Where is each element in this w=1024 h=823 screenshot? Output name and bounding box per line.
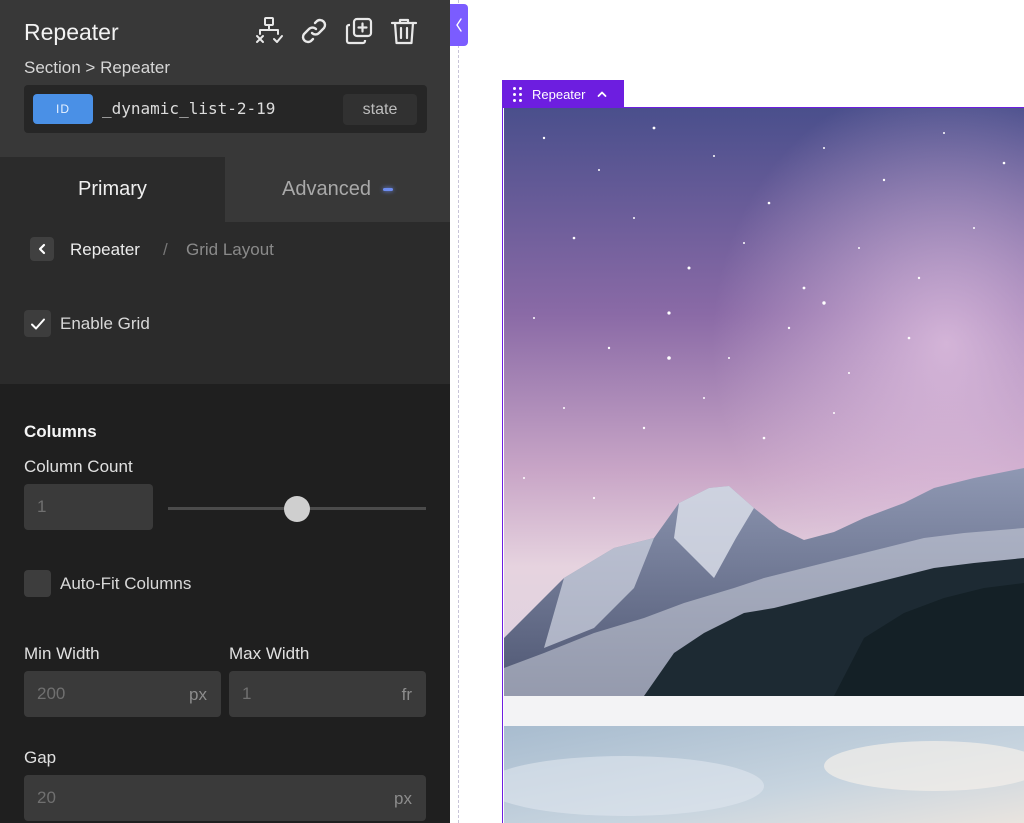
- repeater-element-tag[interactable]: Repeater: [502, 80, 624, 108]
- subnav-current: Grid Layout: [186, 240, 274, 259]
- repeater-item-image-2[interactable]: [504, 726, 1024, 823]
- tab-primary[interactable]: Primary: [0, 157, 225, 222]
- tab-advanced[interactable]: Advanced: [225, 157, 450, 222]
- subnav-parent[interactable]: Repeater: [70, 240, 140, 260]
- max-width-input[interactable]: 1 fr: [229, 671, 426, 717]
- columns-section-title: Columns: [24, 422, 97, 441]
- properties-panel: Repeater Section > Repeater ID _dynamic_…: [0, 0, 450, 823]
- element-id-field: ID _dynamic_list-2-19 state: [24, 85, 427, 133]
- min-width-unit[interactable]: px: [189, 685, 207, 705]
- tab-advanced-label: Advanced: [282, 178, 371, 200]
- repeater-item-image[interactable]: [504, 108, 1024, 696]
- checkmark-icon: [30, 318, 45, 329]
- gap-unit[interactable]: px: [394, 789, 412, 809]
- column-count-input[interactable]: 1: [24, 484, 153, 530]
- panel-header: Repeater Section > Repeater ID _dynamic_…: [0, 0, 450, 157]
- gap-label: Gap: [24, 748, 57, 767]
- collapse-panel-button[interactable]: [450, 4, 468, 46]
- enable-grid-label: Enable Grid: [60, 314, 150, 333]
- element-breadcrumb[interactable]: Section > Repeater: [24, 58, 170, 78]
- repeater-tag-label: Repeater: [532, 86, 586, 102]
- structure-icon[interactable]: [253, 14, 285, 48]
- column-count-slider-handle[interactable]: [284, 496, 310, 522]
- panel-tabs: Primary Advanced: [0, 157, 450, 222]
- subnav-separator: /: [163, 240, 168, 259]
- max-width-unit[interactable]: fr: [402, 685, 412, 705]
- column-count-label: Column Count: [24, 457, 133, 476]
- back-button[interactable]: [30, 237, 54, 261]
- header-toolbar: [253, 14, 420, 48]
- element-id-value[interactable]: _dynamic_list-2-19: [102, 99, 275, 118]
- max-width-value: 1: [242, 684, 252, 703]
- chevron-up-icon[interactable]: [597, 90, 607, 98]
- trash-icon[interactable]: [388, 14, 420, 48]
- drag-handle-icon[interactable]: [513, 86, 522, 102]
- min-width-value: 200: [37, 684, 66, 703]
- column-count-value: 1: [37, 497, 47, 516]
- chevron-left-icon: [456, 18, 462, 32]
- subnav-area: Repeater / Grid Layout Enable Grid: [0, 222, 450, 384]
- tab-primary-label: Primary: [78, 178, 147, 200]
- duplicate-icon[interactable]: [343, 14, 375, 48]
- min-width-label: Min Width: [24, 644, 100, 663]
- panel-divider: [458, 0, 459, 823]
- state-button[interactable]: state: [343, 94, 417, 125]
- auto-fit-label: Auto-Fit Columns: [60, 574, 192, 593]
- min-width-input[interactable]: 200 px: [24, 671, 221, 717]
- max-width-label: Max Width: [229, 644, 310, 663]
- link-icon[interactable]: [298, 14, 330, 48]
- gap-input[interactable]: 20 px: [24, 775, 426, 821]
- gap-value: 20: [37, 788, 56, 807]
- indicator-dot-icon: [382, 188, 393, 191]
- chevron-left-icon: [38, 243, 46, 255]
- panel-title: Repeater: [24, 19, 119, 45]
- grid-gap: [504, 696, 1024, 726]
- enable-grid-checkbox[interactable]: [24, 310, 51, 337]
- id-badge[interactable]: ID: [33, 94, 93, 124]
- auto-fit-checkbox[interactable]: [24, 570, 51, 597]
